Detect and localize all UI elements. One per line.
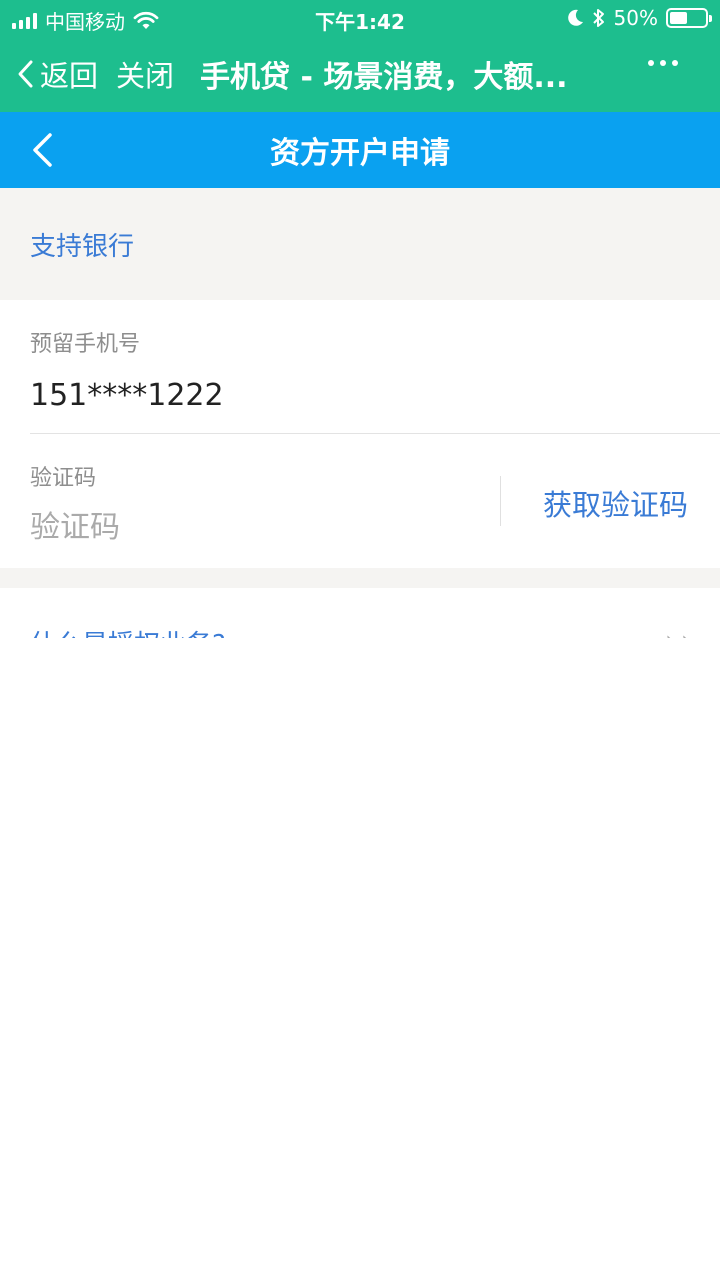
- phone-field: 预留手机号 151****1222: [0, 300, 720, 434]
- section-gap: [0, 568, 720, 588]
- top-bar: 中国移动 下午1:42 50% 返回 关闭 手机贷 - 场景消费，大额...: [0, 0, 720, 112]
- phone-value: 151****1222: [30, 378, 224, 413]
- supported-banks-link[interactable]: 支持银行: [0, 188, 720, 300]
- page-header: 资方开户申请: [0, 112, 720, 188]
- faq-arrow-icon: › ›: [665, 628, 690, 638]
- faq-row[interactable]: 什么是授权业务? › ›: [0, 588, 720, 638]
- battery-icon: [666, 8, 712, 28]
- code-field: 验证码 获取验证码: [0, 434, 720, 568]
- status-right: 50%: [566, 6, 712, 30]
- get-code-button[interactable]: 获取验证码: [543, 482, 688, 524]
- faq-link[interactable]: 什么是授权业务?: [30, 624, 226, 638]
- moon-icon: [567, 9, 583, 26]
- battery-percent: 50%: [613, 6, 658, 30]
- account-form: 预留手机号 151****1222 验证码 获取验证码: [0, 300, 720, 568]
- bluetooth-icon: [592, 9, 604, 27]
- nav-bar: 返回 关闭 手机贷 - 场景消费，大额...: [0, 36, 720, 112]
- chevron-left-icon: [18, 60, 33, 88]
- code-divider: [500, 476, 501, 526]
- header-back-icon[interactable]: [30, 132, 54, 168]
- back-button[interactable]: 返回: [16, 53, 98, 95]
- close-button[interactable]: 关闭: [116, 53, 174, 95]
- nav-title: 手机贷 - 场景消费，大额...: [200, 60, 568, 95]
- status-bar: 中国移动 下午1:42 50%: [0, 0, 720, 36]
- banks-section: 支持银行: [0, 188, 720, 300]
- code-input[interactable]: [30, 510, 450, 545]
- phone-label: 预留手机号: [30, 332, 141, 357]
- page-title: 资方开户申请: [270, 136, 450, 171]
- back-label: 返回: [40, 59, 99, 93]
- more-icon[interactable]: [648, 60, 678, 66]
